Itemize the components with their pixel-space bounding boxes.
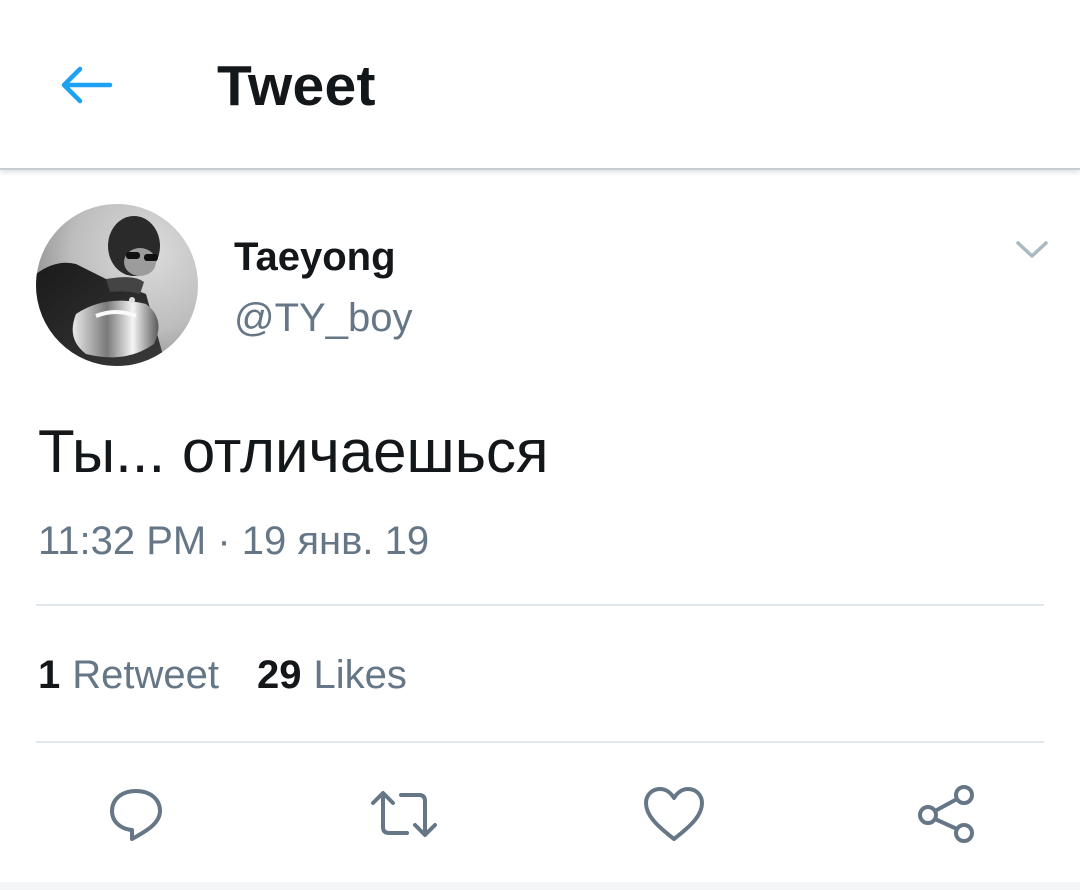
divider [36,604,1044,606]
tweet-detail-screen: Tweet Taeyong @TY_boy Ты... отличаешься … [0,0,1080,890]
more-options-button[interactable] [1008,228,1056,272]
page-title: Tweet [217,54,376,118]
share-icon [918,785,974,843]
retweets-count: 1 [38,653,61,697]
likes-count: 29 [257,653,302,697]
profile-photo [36,204,198,366]
arrow-left-icon [61,66,113,104]
back-button[interactable] [48,52,124,118]
tweet-text: Ты... отличаешься [38,418,549,485]
action-bar [0,770,1080,854]
chevron-down-icon [1016,241,1048,258]
bottom-divider [0,882,1080,890]
likes-stat[interactable]: 29 Likes [257,648,407,702]
like-button[interactable] [638,778,710,850]
retweets-label: Retweet [72,653,219,697]
reply-button[interactable] [100,778,172,850]
author-handle[interactable]: @TY_boy [234,293,412,343]
author-display-name[interactable]: Taeyong [234,232,396,282]
app-bar: Tweet [0,0,1080,170]
avatar[interactable] [36,204,198,366]
likes-label: Likes [313,653,407,697]
tweet-timestamp: 11:32 PM · 19 янв. 19 [38,519,430,563]
heart-icon [644,787,704,841]
reply-icon [110,789,162,841]
retweets-stat[interactable]: 1 Retweet [38,648,219,702]
retweet-icon [371,791,437,837]
retweet-button[interactable] [368,778,440,850]
divider [36,741,1044,743]
tweet-stats: 1 Retweet 29 Likes [38,648,407,702]
share-button[interactable] [910,778,982,850]
